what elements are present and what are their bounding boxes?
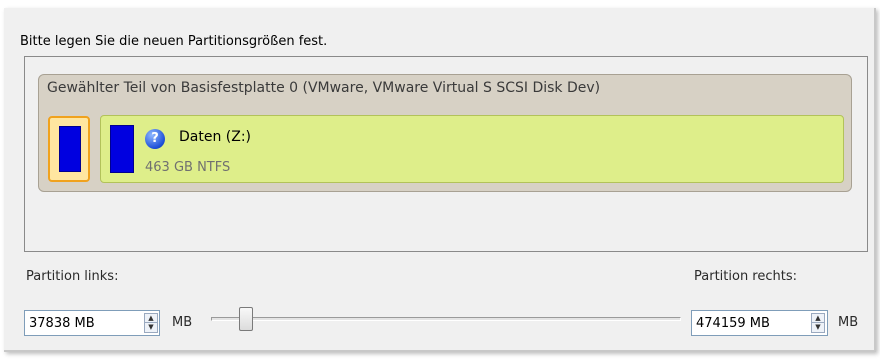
partition-info: 463 GB NTFS: [145, 160, 231, 175]
partition-right-stepper[interactable]: ▲ ▼: [811, 313, 825, 333]
partition-left-unit: MB: [172, 315, 193, 330]
partition-name: Daten (Z:): [179, 129, 252, 145]
partition-size-slider[interactable]: [211, 317, 681, 321]
instruction-text: Bitte legen Sie die neuen Partitionsgröß…: [20, 34, 328, 49]
question-icon: ?: [145, 129, 165, 149]
partition-right-label: Partition rechts:: [694, 269, 798, 284]
partition-right-unit: MB: [838, 315, 859, 330]
left-partition-block[interactable]: [48, 116, 90, 182]
disk-title: Gewählter Teil von Basisfestplatte 0 (VM…: [47, 80, 601, 96]
partition-left-spinbox[interactable]: ▲ ▼: [24, 310, 160, 336]
increment-arrow-icon[interactable]: ▲: [145, 314, 157, 323]
increment-arrow-icon[interactable]: ▲: [812, 314, 824, 323]
partition-usage-bar: [110, 125, 134, 173]
partition-left-stepper[interactable]: ▲ ▼: [144, 313, 158, 333]
decrement-arrow-icon[interactable]: ▼: [145, 323, 157, 332]
partition-left-label: Partition links:: [26, 269, 119, 284]
decrement-arrow-icon[interactable]: ▼: [812, 323, 824, 332]
partition-left-input[interactable]: [25, 311, 141, 335]
partition-right-spinbox[interactable]: ▲ ▼: [691, 310, 828, 336]
partition-block-daten[interactable]: ? Daten (Z:) 463 GB NTFS: [100, 115, 844, 183]
partition-right-input[interactable]: [692, 311, 808, 335]
slider-thumb[interactable]: [239, 307, 253, 331]
left-partition-usage-bar: [59, 126, 81, 172]
